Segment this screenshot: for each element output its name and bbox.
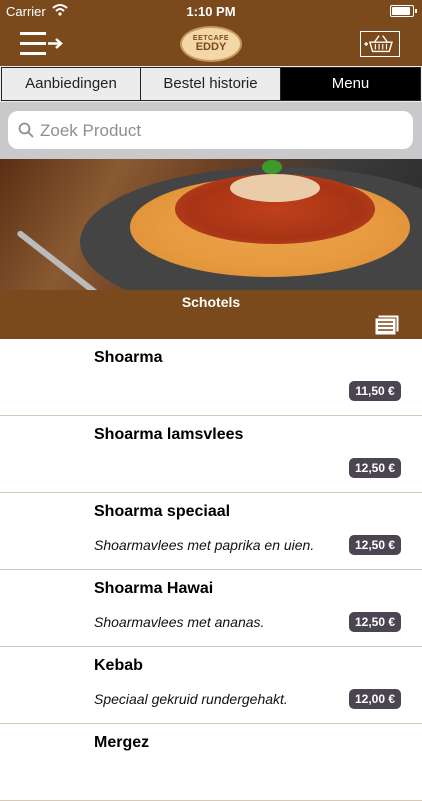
product-name: Shoarma bbox=[94, 349, 163, 366]
menu-arrow-icon[interactable] bbox=[20, 31, 64, 57]
product-name: Shoarma lamsvlees bbox=[94, 426, 244, 443]
product-row[interactable]: Shoarma speciaal Shoarmavlees met paprik… bbox=[0, 493, 422, 570]
search-input[interactable] bbox=[38, 111, 402, 151]
product-list: Shoarma 11,50 € Shoarma lamsvlees 12,50 … bbox=[0, 339, 422, 801]
basil-leaf-shape bbox=[262, 160, 282, 174]
status-bar: Carrier 1:10 PM bbox=[0, 0, 422, 22]
product-name: Shoarma speciaal bbox=[94, 503, 231, 520]
product-name: Shoarma Hawai bbox=[94, 580, 214, 597]
list-view-icon[interactable] bbox=[374, 314, 400, 336]
brand-logo: EETCAFE EDDY bbox=[180, 26, 242, 62]
category-banner-image bbox=[0, 159, 422, 290]
basket-icon[interactable] bbox=[360, 31, 400, 57]
product-description: Shoarmavlees met ananas. bbox=[94, 614, 265, 630]
segment-tabs: Aanbiedingen Bestel historie Menu bbox=[0, 66, 422, 102]
product-row[interactable]: Mergez bbox=[0, 724, 422, 801]
search-icon bbox=[18, 122, 34, 138]
search-field-container bbox=[8, 111, 413, 151]
status-time: 1:10 PM bbox=[186, 4, 236, 19]
product-row[interactable]: Shoarma Hawai Shoarmavlees met ananas. 1… bbox=[0, 570, 422, 647]
battery-icon bbox=[390, 5, 417, 17]
search-bar bbox=[0, 102, 422, 159]
cheese-shape bbox=[230, 174, 320, 202]
price-badge: 12,50 € bbox=[349, 535, 401, 555]
category-header: Schotels bbox=[0, 290, 422, 339]
product-row[interactable]: Shoarma 11,50 € bbox=[0, 339, 422, 416]
logo-title: EDDY bbox=[195, 41, 227, 53]
category-title: Schotels bbox=[181, 294, 241, 310]
product-row[interactable]: Shoarma lamsvlees 12,50 € bbox=[0, 416, 422, 493]
product-description: Shoarmavlees met paprika en uien. bbox=[94, 537, 315, 553]
product-name: Kebab bbox=[94, 657, 143, 674]
price-badge: 11,50 € bbox=[349, 381, 401, 401]
product-description: Speciaal gekruid rundergehakt. bbox=[94, 691, 288, 707]
tab-menu[interactable]: Menu bbox=[280, 67, 421, 101]
price-badge: 12,50 € bbox=[349, 458, 401, 478]
tab-bestel-historie[interactable]: Bestel historie bbox=[140, 67, 281, 101]
price-badge: 12,50 € bbox=[349, 612, 401, 632]
product-row[interactable]: Kebab Speciaal gekruid rundergehakt. 12,… bbox=[0, 647, 422, 724]
product-name: Mergez bbox=[94, 734, 150, 751]
tab-aanbiedingen[interactable]: Aanbiedingen bbox=[1, 67, 141, 101]
nav-bar: EETCAFE EDDY bbox=[0, 22, 422, 66]
price-badge: 12,00 € bbox=[349, 689, 401, 709]
